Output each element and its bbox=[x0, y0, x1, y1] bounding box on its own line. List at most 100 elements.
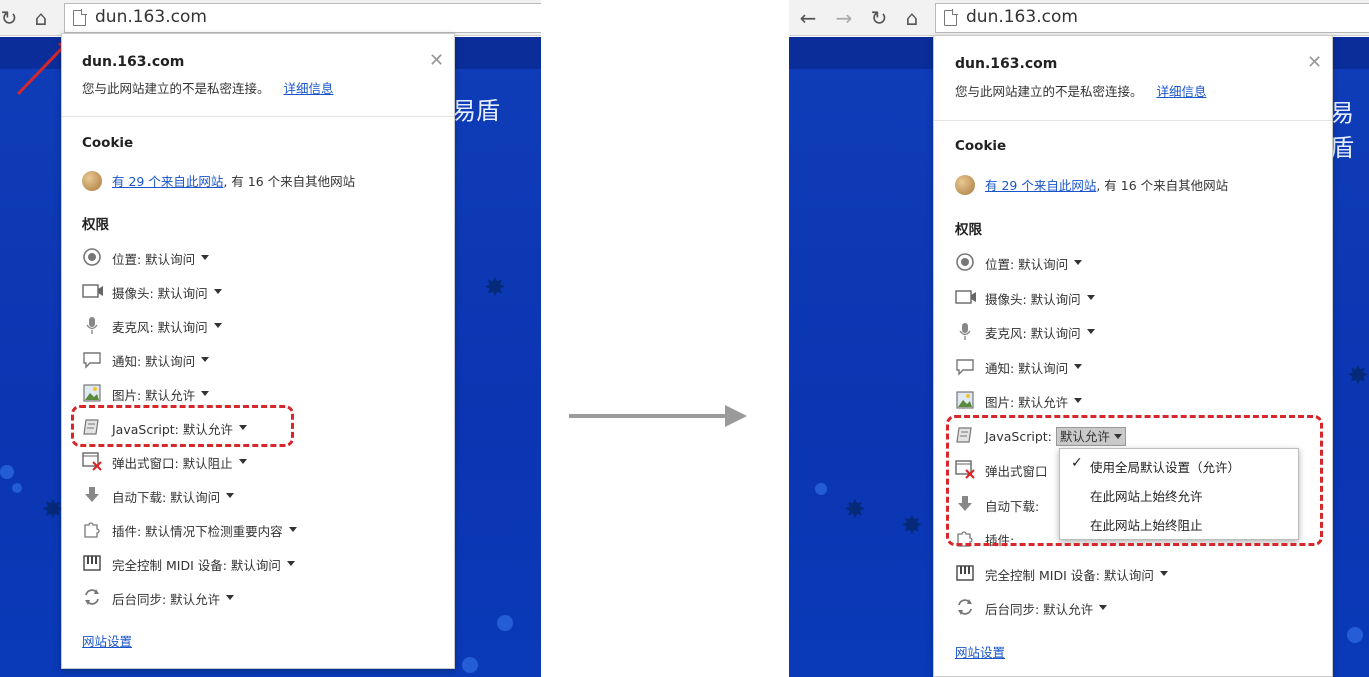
browser-toolbar: ↻ ⌂ dun.163.com bbox=[0, 0, 541, 36]
divider bbox=[934, 120, 1332, 121]
decor-dot bbox=[0, 465, 14, 479]
permissions-heading: 权限 bbox=[955, 222, 982, 238]
details-link[interactable]: 详细信息 bbox=[1157, 84, 1207, 99]
sync-icon bbox=[955, 597, 975, 617]
home-icon[interactable]: ⌂ bbox=[899, 5, 925, 31]
url-text: dun.163.com bbox=[966, 7, 1078, 27]
permission-label: 自动下载: 默认询问 bbox=[112, 490, 221, 505]
midi-icon bbox=[82, 553, 102, 573]
site-brand-text: 易盾 bbox=[452, 97, 500, 125]
microphone-icon bbox=[82, 315, 102, 335]
camera-icon bbox=[82, 281, 103, 301]
connection-message: 您与此网站建立的不是私密连接。 详细信息 bbox=[82, 78, 334, 97]
location-icon bbox=[955, 252, 975, 272]
permissions-heading: 权限 bbox=[82, 217, 109, 233]
forward-icon[interactable]: → bbox=[831, 5, 857, 31]
permission-label: 麦克风: 默认询问 bbox=[985, 326, 1081, 341]
cookie-row: 有 29 个来自此网站, 有 16 个来自其他网站 bbox=[82, 171, 355, 191]
download-icon bbox=[82, 485, 102, 505]
close-icon[interactable]: ✕ bbox=[429, 50, 444, 71]
permission-label: 完全控制 MIDI 设备: 默认询问 bbox=[112, 558, 281, 573]
chevron-down-icon bbox=[1160, 570, 1168, 576]
permission-label: 插件: 默认情况下检测重要内容 bbox=[112, 524, 283, 539]
cookie-icon bbox=[82, 171, 102, 191]
popup-host: dun.163.com bbox=[82, 54, 185, 70]
chevron-down-icon bbox=[214, 323, 222, 328]
page-info-icon[interactable] bbox=[73, 9, 87, 26]
decor-dot bbox=[12, 483, 22, 493]
cookie-other-text: , 有 16 个来自其他网站 bbox=[223, 174, 356, 189]
site-info-popup: dun.163.com ✕ 您与此网站建立的不是私密连接。 详细信息 Cooki… bbox=[61, 33, 455, 669]
permission-label: 摄像头: 默认询问 bbox=[985, 291, 1081, 307]
location-icon bbox=[82, 247, 102, 267]
decor-dot bbox=[497, 615, 513, 631]
cookie-other-text: , 有 16 个来自其他网站 bbox=[1096, 178, 1229, 193]
reload-icon[interactable]: ↻ bbox=[866, 5, 892, 31]
chevron-down-icon bbox=[1074, 363, 1082, 369]
permission-label: 位置: 默认询问 bbox=[985, 257, 1069, 272]
decor-star-icon: ✸ bbox=[844, 495, 866, 525]
page-info-icon[interactable] bbox=[944, 9, 958, 26]
connection-message: 您与此网站建立的不是私密连接。 详细信息 bbox=[955, 81, 1207, 100]
image-icon bbox=[82, 383, 102, 403]
cookie-link[interactable]: 有 29 个来自此网站 bbox=[985, 178, 1096, 193]
permission-label: 弹出式窗口: 默认阻止 bbox=[112, 456, 233, 471]
chevron-down-icon bbox=[226, 493, 234, 498]
permission-label: 通知: 默认询问 bbox=[985, 360, 1069, 376]
site-settings-link[interactable]: 网站设置 bbox=[955, 642, 1005, 661]
image-icon bbox=[955, 390, 975, 410]
chevron-down-icon bbox=[201, 391, 209, 396]
midi-icon bbox=[955, 563, 975, 583]
chevron-down-icon bbox=[287, 561, 295, 566]
chevron-down-icon bbox=[239, 459, 247, 464]
decor-dot bbox=[462, 657, 478, 673]
cookie-heading: Cookie bbox=[955, 138, 1007, 154]
connection-text: 您与此网站建立的不是私密连接。 bbox=[955, 84, 1143, 99]
permission-label: 后台同步: 默认允许 bbox=[112, 592, 221, 607]
url-text: dun.163.com bbox=[95, 7, 207, 27]
camera-icon bbox=[955, 287, 976, 307]
chevron-down-icon bbox=[226, 595, 234, 600]
back-icon[interactable]: ← bbox=[795, 5, 821, 31]
address-bar[interactable]: dun.163.com bbox=[935, 3, 1369, 33]
cookie-row: 有 29 个来自此网站, 有 16 个来自其他网站 bbox=[955, 175, 1228, 195]
permission-label: 后台同步: 默认允许 bbox=[985, 602, 1094, 617]
plugin-icon bbox=[82, 519, 102, 539]
chevron-down-icon bbox=[289, 527, 297, 532]
close-icon[interactable]: ✕ bbox=[1307, 52, 1322, 73]
site-settings-link[interactable]: 网站设置 bbox=[82, 631, 132, 650]
site-info-popup: dun.163.com ✕ 您与此网站建立的不是私密连接。 详细信息 Cooki… bbox=[933, 35, 1333, 677]
decor-star-icon: ✸ bbox=[1347, 361, 1369, 391]
chevron-down-icon bbox=[1087, 294, 1095, 300]
right-screenshot: ← → ↻ ⌂ dun.163.com 易盾 ✸ ✸ ✸ dun.163.com… bbox=[789, 0, 1369, 677]
highlight-box bbox=[946, 415, 1323, 546]
connection-text: 您与此网站建立的不是私密连接。 bbox=[82, 81, 270, 96]
details-link[interactable]: 详细信息 bbox=[284, 81, 334, 96]
permission-label: 通知: 默认询问 bbox=[112, 354, 196, 369]
transition-arrow-shaft bbox=[569, 414, 727, 418]
address-bar[interactable]: dun.163.com bbox=[64, 3, 541, 33]
permission-label: 图片: 默认允许 bbox=[985, 395, 1069, 410]
divider bbox=[62, 116, 454, 117]
permission-label: 摄像头: 默认询问 bbox=[112, 286, 208, 301]
permission-label: 麦克风: 默认询问 bbox=[112, 320, 208, 335]
reload-icon[interactable]: ↻ bbox=[0, 5, 22, 31]
cookie-icon bbox=[955, 175, 975, 195]
notification-icon bbox=[955, 356, 975, 376]
popup-blocked-icon bbox=[82, 451, 102, 471]
site-brand-text: 易盾 bbox=[1330, 99, 1354, 162]
decor-star-icon: ✸ bbox=[484, 273, 506, 303]
left-screenshot: ↻ ⌂ dun.163.com 易盾 ✸ ✸ dun.163.com ✕ 您与此… bbox=[0, 0, 541, 677]
chevron-down-icon bbox=[214, 289, 222, 294]
home-icon[interactable]: ⌂ bbox=[28, 5, 54, 31]
popup-host: dun.163.com bbox=[955, 56, 1058, 72]
chevron-down-icon bbox=[201, 357, 209, 362]
cookie-heading: Cookie bbox=[82, 135, 134, 151]
chevron-down-icon bbox=[1087, 329, 1095, 334]
cookie-link[interactable]: 有 29 个来自此网站 bbox=[112, 174, 223, 189]
chevron-down-icon bbox=[1099, 605, 1107, 610]
chevron-down-icon bbox=[1074, 260, 1082, 265]
notification-icon bbox=[82, 349, 102, 369]
sync-icon bbox=[82, 587, 102, 607]
chevron-down-icon bbox=[201, 255, 209, 260]
